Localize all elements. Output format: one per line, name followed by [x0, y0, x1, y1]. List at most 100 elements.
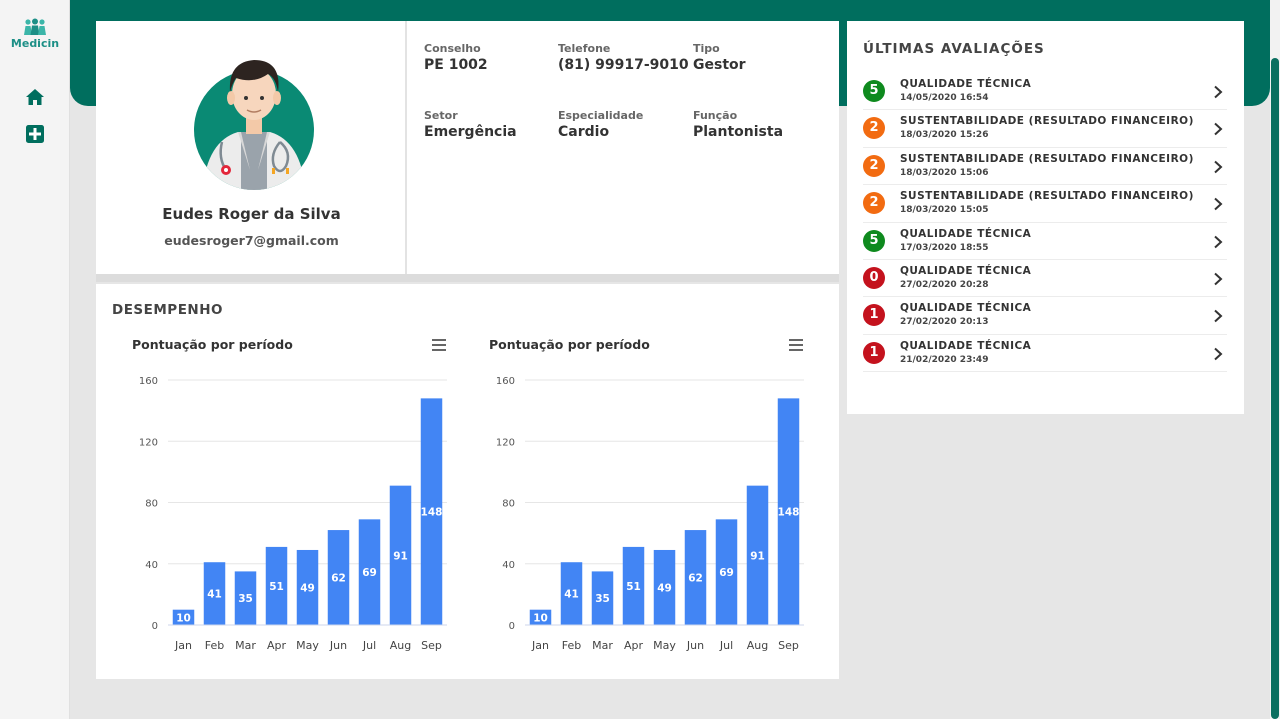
evaluation-date: 27/02/2020 20:28 — [900, 279, 989, 290]
x-tick-label: Jul — [719, 639, 733, 652]
evaluation-date: 27/02/2020 20:13 — [900, 317, 989, 328]
evaluation-item[interactable]: 5 QUALIDADE TÉCNICA 14/05/2020 16:54 — [863, 73, 1227, 111]
x-tick-label: Apr — [624, 639, 644, 652]
score-badge: 5 — [863, 80, 885, 102]
medical-plus-icon[interactable] — [25, 124, 45, 144]
score-badge: 2 — [863, 192, 885, 215]
y-tick-label: 160 — [139, 376, 158, 387]
app-logo[interactable]: Medicin — [0, 18, 70, 50]
x-tick-label: May — [296, 639, 319, 652]
score-badge: 0 — [863, 266, 885, 289]
evaluation-item[interactable]: 2 SUSTENTABILIDADE (RESULTADO FINANCEIRO)… — [863, 148, 1227, 186]
card-divider — [96, 274, 839, 282]
chevron-right-icon[interactable] — [1213, 309, 1223, 323]
bar-value-label: 49 — [657, 582, 672, 594]
bar-value-label: 51 — [269, 581, 284, 593]
profile-summary: Eudes Roger da Silva eudesroger7@gmail.c… — [96, 21, 407, 274]
profile-name: Eudes Roger da Silva — [162, 205, 341, 223]
people-group-icon — [24, 18, 46, 35]
profile-card: Eudes Roger da Silva eudesroger7@gmail.c… — [96, 21, 839, 282]
evaluation-date: 18/03/2020 15:06 — [900, 167, 989, 178]
evaluation-item[interactable]: 2 SUSTENTABILIDADE (RESULTADO FINANCEIRO)… — [863, 185, 1227, 223]
chevron-right-icon[interactable] — [1213, 272, 1223, 286]
scrollbar-thumb[interactable] — [1271, 58, 1279, 719]
evaluation-date: 21/02/2020 23:49 — [900, 354, 989, 365]
x-tick-label: Mar — [592, 639, 613, 652]
x-tick-label: Jun — [329, 639, 347, 652]
evaluation-name: QUALIDADE TÉCNICA — [900, 264, 1032, 277]
bar-value-label: 41 — [564, 589, 579, 601]
bar-value-label: 35 — [238, 593, 253, 605]
chevron-right-icon[interactable] — [1213, 347, 1223, 361]
y-tick-label: 120 — [496, 437, 515, 448]
evaluation-item[interactable]: 1 QUALIDADE TÉCNICA 27/02/2020 20:13 — [863, 297, 1227, 335]
x-tick-label: Aug — [390, 639, 411, 652]
chevron-right-icon[interactable] — [1213, 85, 1223, 99]
evaluation-name: SUSTENTABILIDADE (RESULTADO FINANCEIRO) — [900, 115, 1194, 128]
field-setor: Setor Emergência — [424, 109, 517, 140]
x-tick-label: Feb — [562, 639, 581, 652]
field-value: (81) 99917-9010 — [558, 57, 689, 73]
chevron-right-icon[interactable] — [1213, 160, 1223, 174]
chevron-right-icon[interactable] — [1213, 197, 1223, 211]
chevron-right-icon[interactable] — [1213, 122, 1223, 136]
profile-email: eudesroger7@gmail.com — [164, 233, 339, 248]
field-label: Telefone — [558, 42, 611, 55]
bar-value-label: 62 — [331, 573, 346, 585]
evaluation-name: QUALIDADE TÉCNICA — [900, 302, 1032, 315]
field-conselho: Conselho PE 1002 — [424, 42, 488, 73]
field-label: Conselho — [424, 42, 481, 55]
field-value: Emergência — [424, 124, 517, 140]
chevron-right-icon[interactable] — [1213, 235, 1223, 249]
bar-value-label: 35 — [595, 593, 610, 605]
bar-value-label: 148 — [421, 507, 443, 519]
y-tick-label: 0 — [509, 621, 515, 632]
evaluation-date: 17/03/2020 18:55 — [900, 242, 989, 253]
y-tick-label: 0 — [152, 621, 158, 632]
evaluation-item[interactable]: 2 SUSTENTABILIDADE (RESULTADO FINANCEIRO)… — [863, 110, 1227, 148]
y-tick-label: 80 — [502, 499, 515, 510]
bar-chart: 0 40 80 120 160 10 Jan 41 Feb 35 Mar 51 Apr 49 May 62 Ju… — [139, 376, 447, 652]
x-tick-label: Apr — [267, 639, 287, 652]
x-tick-label: Feb — [205, 639, 224, 652]
field-funcao: Função Plantonista — [693, 109, 783, 140]
evaluation-item[interactable]: 1 QUALIDADE TÉCNICA 21/02/2020 23:49 — [863, 335, 1227, 373]
bar-value-label: 41 — [207, 589, 222, 601]
sidebar: Medicin — [0, 0, 70, 719]
y-tick-label: 80 — [145, 499, 158, 510]
chart-score-by-period-2: Pontuação por período 0 40 80 120 160 10 Jan 41… — [453, 334, 804, 664]
score-badge: 2 — [863, 154, 885, 177]
field-label: Setor — [424, 109, 458, 122]
score-badge: 1 — [863, 341, 885, 364]
evaluations-title: ÚLTIMAS AVALIAÇÕES — [863, 41, 1045, 57]
evaluation-item[interactable]: 5 QUALIDADE TÉCNICA 17/03/2020 18:55 — [863, 223, 1227, 260]
home-icon[interactable] — [25, 87, 45, 107]
evaluation-name: QUALIDADE TÉCNICA — [900, 78, 1032, 90]
evaluation-item[interactable]: 0 QUALIDADE TÉCNICA 27/02/2020 20:28 — [863, 260, 1227, 298]
chart-score-by-period-1: Pontuação por período 0 40 80 120 160 10 Jan 41… — [96, 334, 447, 664]
score-badge: 2 — [863, 117, 885, 140]
evaluation-date: 18/03/2020 15:05 — [900, 205, 989, 216]
bar-value-label: 69 — [362, 567, 377, 579]
bar-value-label: 69 — [719, 567, 734, 579]
bar-value-label: 91 — [393, 550, 408, 562]
x-tick-label: Jun — [686, 639, 704, 652]
evaluation-name: QUALIDADE TÉCNICA — [900, 339, 1032, 352]
y-tick-label: 40 — [145, 560, 158, 571]
bar-value-label: 91 — [750, 550, 765, 562]
bar-value-label: 10 — [533, 612, 548, 624]
field-label: Função — [693, 109, 738, 122]
x-tick-label: Aug — [747, 639, 768, 652]
y-tick-label: 160 — [496, 376, 515, 387]
x-tick-label: Mar — [235, 639, 256, 652]
bar-value-label: 51 — [626, 581, 641, 593]
bar-chart: 0 40 80 120 160 10 Jan 41 Feb 35 Mar 51 Apr 49 May 62 Ju… — [496, 376, 804, 652]
bar-value-label: 62 — [688, 573, 703, 585]
bar-value-label: 49 — [300, 582, 315, 594]
x-tick-label: Jan — [174, 639, 192, 652]
page-scrollbar[interactable] — [1270, 0, 1280, 719]
field-label: Especialidade — [558, 109, 644, 122]
field-telefone: Telefone (81) 99917-9010 — [558, 42, 689, 73]
score-badge: 1 — [863, 304, 885, 327]
evaluations-list: 5 QUALIDADE TÉCNICA 14/05/2020 16:54 2 SUSTE… — [863, 73, 1227, 373]
